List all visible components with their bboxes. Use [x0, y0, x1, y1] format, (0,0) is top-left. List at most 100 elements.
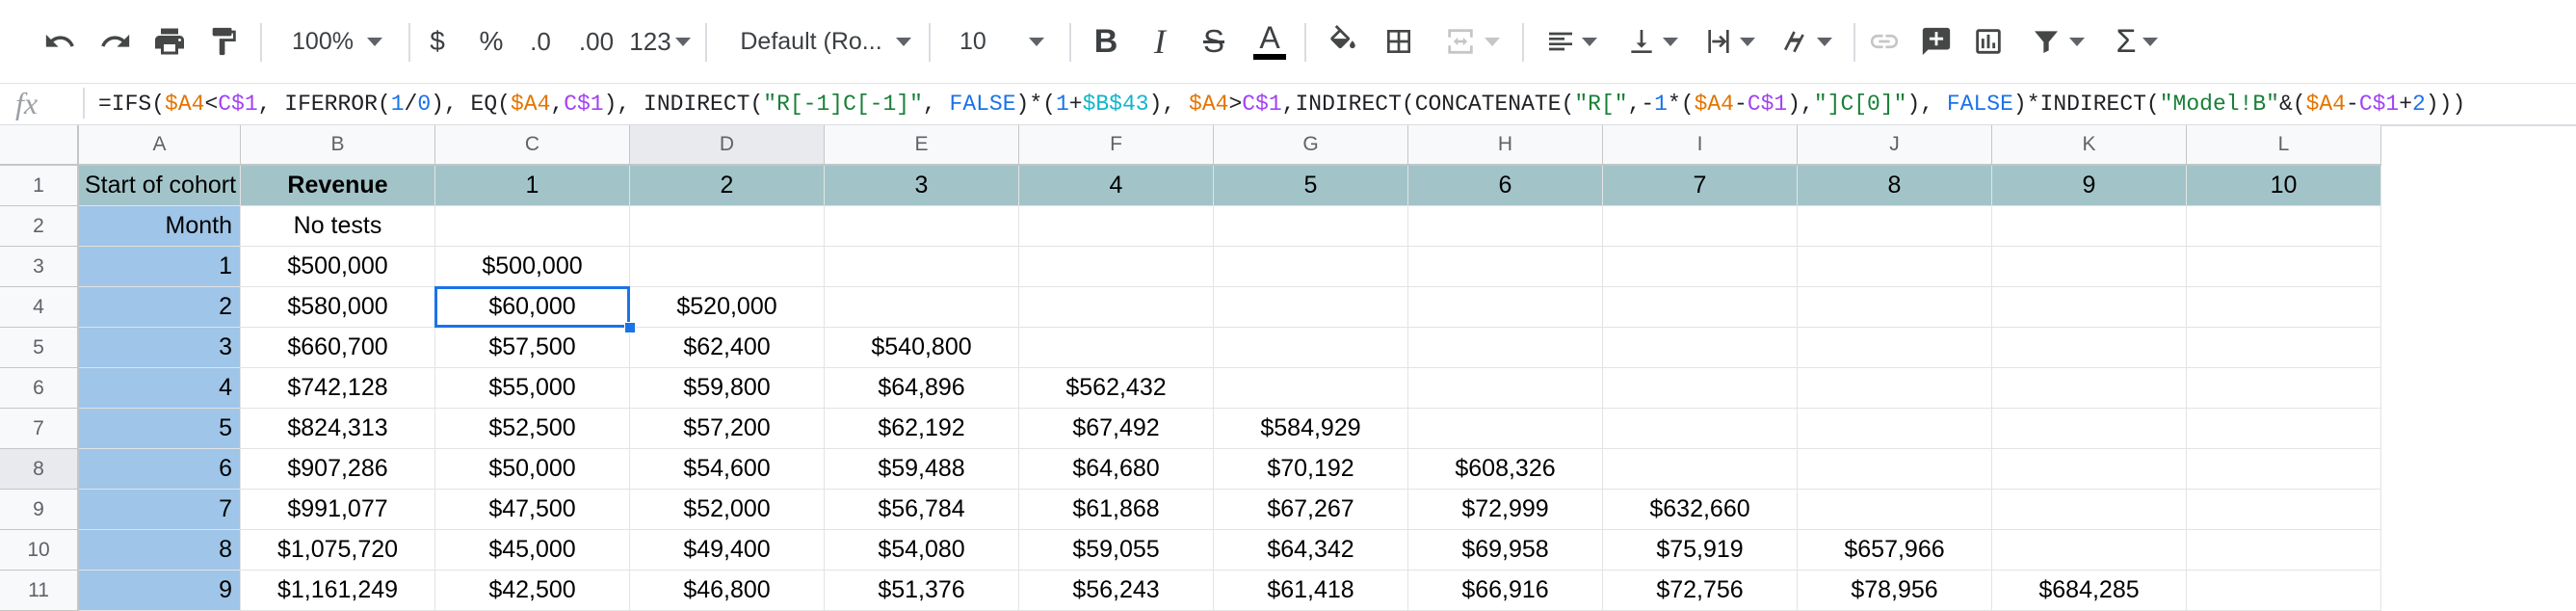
cell-c2[interactable]: [435, 206, 630, 247]
cell-g8[interactable]: $70,192: [1214, 449, 1408, 490]
column-header-i[interactable]: I: [1603, 125, 1798, 166]
cell-a10[interactable]: 8: [79, 530, 241, 571]
cell-k9[interactable]: [1992, 490, 2187, 530]
cell-k11[interactable]: $684,285: [1992, 571, 2187, 611]
cell-e9[interactable]: $56,784: [825, 490, 1019, 530]
column-header-f[interactable]: F: [1019, 125, 1214, 166]
cell-j5[interactable]: [1798, 328, 1992, 368]
strikethrough-button[interactable]: S: [1195, 0, 1233, 83]
row-header-11[interactable]: 11: [0, 571, 79, 611]
text-wrap-button[interactable]: [1695, 0, 1763, 83]
cell-c5[interactable]: $57,500: [435, 328, 630, 368]
print-button[interactable]: [148, 0, 191, 83]
cell-e7[interactable]: $62,192: [825, 409, 1019, 449]
cell-i7[interactable]: [1603, 409, 1798, 449]
cell-a1[interactable]: Start of cohort: [79, 166, 241, 206]
column-header-l[interactable]: L: [2187, 125, 2381, 166]
cell-i8[interactable]: [1603, 449, 1798, 490]
cell-a2[interactable]: Month: [79, 206, 241, 247]
percent-format-button[interactable]: %: [472, 0, 511, 83]
merge-cells-button[interactable]: [1435, 0, 1509, 83]
cell-f1[interactable]: 4: [1019, 166, 1214, 206]
cell-g5[interactable]: [1214, 328, 1408, 368]
functions-button[interactable]: Σ: [2106, 0, 2168, 83]
row-header-6[interactable]: 6: [0, 368, 79, 409]
cell-f6[interactable]: $562,432: [1019, 368, 1214, 409]
cell-h9[interactable]: $72,999: [1408, 490, 1603, 530]
cell-i3[interactable]: [1603, 247, 1798, 287]
cell-d2[interactable]: [630, 206, 825, 247]
cell-l4[interactable]: [2187, 287, 2381, 328]
filter-button[interactable]: [2021, 0, 2094, 83]
insert-link-button[interactable]: [1863, 0, 1906, 83]
column-header-b[interactable]: B: [241, 125, 435, 166]
column-header-c[interactable]: C: [435, 125, 630, 166]
cell-h11[interactable]: $66,916: [1408, 571, 1603, 611]
cell-k7[interactable]: [1992, 409, 2187, 449]
cell-j8[interactable]: [1798, 449, 1992, 490]
cell-f8[interactable]: $64,680: [1019, 449, 1214, 490]
cell-h6[interactable]: [1408, 368, 1603, 409]
cell-k2[interactable]: [1992, 206, 2187, 247]
cell-c6[interactable]: $55,000: [435, 368, 630, 409]
cell-f9[interactable]: $61,868: [1019, 490, 1214, 530]
row-header-10[interactable]: 10: [0, 530, 79, 571]
italic-button[interactable]: I: [1141, 0, 1179, 83]
cell-d9[interactable]: $52,000: [630, 490, 825, 530]
cell-j6[interactable]: [1798, 368, 1992, 409]
cell-h1[interactable]: 6: [1408, 166, 1603, 206]
column-header-g[interactable]: G: [1214, 125, 1408, 166]
cell-i10[interactable]: $75,919: [1603, 530, 1798, 571]
cell-k10[interactable]: [1992, 530, 2187, 571]
cell-l10[interactable]: [2187, 530, 2381, 571]
cell-b5[interactable]: $660,700: [241, 328, 435, 368]
cell-h8[interactable]: $608,326: [1408, 449, 1603, 490]
zoom-select[interactable]: 100%: [279, 0, 395, 83]
column-header-d[interactable]: D: [630, 125, 825, 166]
decrease-decimals-button[interactable]: .0: [522, 0, 559, 83]
cell-a3[interactable]: 1: [79, 247, 241, 287]
vertical-align-button[interactable]: [1618, 0, 1686, 83]
cell-b4[interactable]: $580,000: [241, 287, 435, 328]
cell-j10[interactable]: $657,966: [1798, 530, 1992, 571]
row-header-2[interactable]: 2: [0, 206, 79, 247]
cell-h3[interactable]: [1408, 247, 1603, 287]
cell-d1[interactable]: 2: [630, 166, 825, 206]
column-header-j[interactable]: J: [1798, 125, 1992, 166]
column-header-h[interactable]: H: [1408, 125, 1603, 166]
cell-d3[interactable]: [630, 247, 825, 287]
cell-c10[interactable]: $45,000: [435, 530, 630, 571]
cell-l2[interactable]: [2187, 206, 2381, 247]
redo-button[interactable]: [94, 0, 137, 83]
cell-a9[interactable]: 7: [79, 490, 241, 530]
cell-e6[interactable]: $64,896: [825, 368, 1019, 409]
row-header-5[interactable]: 5: [0, 328, 79, 368]
row-header-3[interactable]: 3: [0, 247, 79, 287]
cell-e2[interactable]: [825, 206, 1019, 247]
row-header-4[interactable]: 4: [0, 287, 79, 328]
formula-input[interactable]: =IFS($A4<C$1, IFERROR(1/0), EQ($A4,C$1),…: [98, 87, 2465, 121]
cell-f2[interactable]: [1019, 206, 1214, 247]
cell-k8[interactable]: [1992, 449, 2187, 490]
cell-g4[interactable]: [1214, 287, 1408, 328]
cell-g2[interactable]: [1214, 206, 1408, 247]
cell-e5[interactable]: $540,800: [825, 328, 1019, 368]
cell-i11[interactable]: $72,756: [1603, 571, 1798, 611]
column-header-k[interactable]: K: [1992, 125, 2187, 166]
cell-c4[interactable]: $60,000: [435, 287, 630, 328]
cell-c9[interactable]: $47,500: [435, 490, 630, 530]
cell-j2[interactable]: [1798, 206, 1992, 247]
cell-a8[interactable]: 6: [79, 449, 241, 490]
cell-e4[interactable]: [825, 287, 1019, 328]
cell-f4[interactable]: [1019, 287, 1214, 328]
cell-d6[interactable]: $59,800: [630, 368, 825, 409]
cell-a4[interactable]: 2: [79, 287, 241, 328]
cell-b8[interactable]: $907,286: [241, 449, 435, 490]
cell-g7[interactable]: $584,929: [1214, 409, 1408, 449]
row-header-7[interactable]: 7: [0, 409, 79, 449]
cell-b10[interactable]: $1,075,720: [241, 530, 435, 571]
cell-l9[interactable]: [2187, 490, 2381, 530]
cell-g1[interactable]: 5: [1214, 166, 1408, 206]
cell-l1[interactable]: 10: [2187, 166, 2381, 206]
bold-button[interactable]: B: [1087, 0, 1125, 83]
